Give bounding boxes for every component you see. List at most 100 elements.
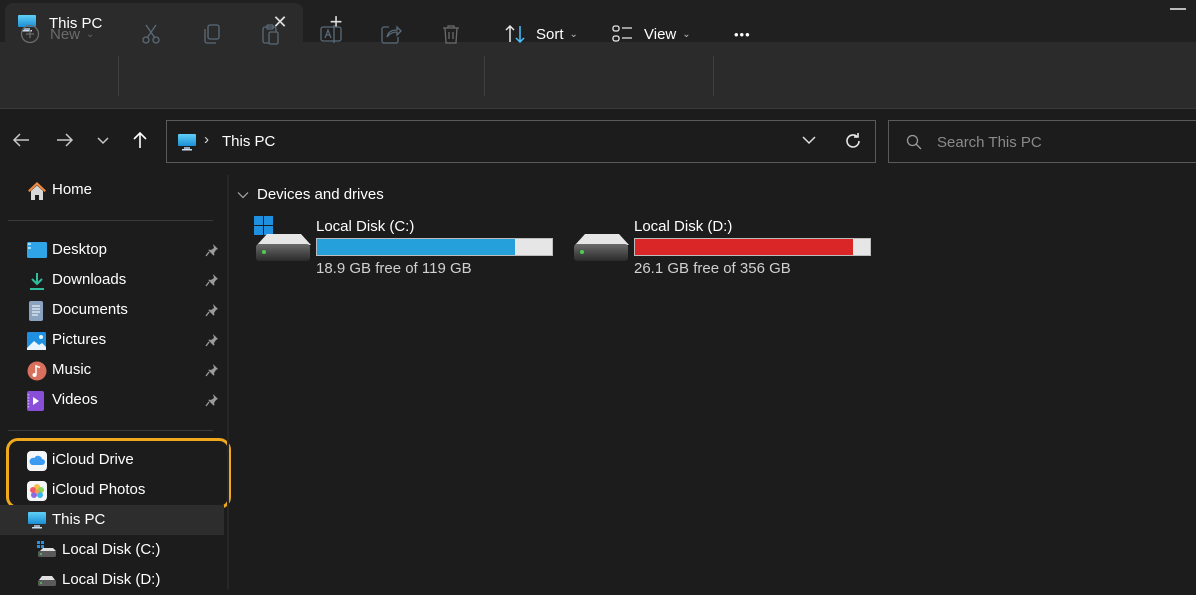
new-button[interactable]: New ⌄ xyxy=(20,20,94,48)
music-folder-icon xyxy=(27,361,47,381)
sidebar-label: Music xyxy=(52,361,92,378)
downloads-folder-icon xyxy=(27,271,46,290)
sidebar-label: This PC xyxy=(52,511,106,528)
drive-usage-bar xyxy=(316,238,553,256)
paste-button[interactable] xyxy=(260,20,282,48)
drive-free-space: 18.9 GB free of 119 GB xyxy=(316,260,472,277)
sidebar-item-music[interactable]: Music xyxy=(0,355,224,385)
sidebar-label: Pictures xyxy=(52,331,107,348)
minimize-button[interactable] xyxy=(1170,8,1186,10)
up-button[interactable] xyxy=(128,130,152,154)
pin-icon[interactable] xyxy=(205,273,219,292)
sidebar-item-desktop[interactable]: Desktop xyxy=(0,235,224,265)
copy-icon xyxy=(200,23,222,45)
pin-icon[interactable] xyxy=(205,393,219,412)
pin-icon[interactable] xyxy=(205,303,219,322)
drive-usage-bar xyxy=(634,238,871,256)
drive-tile[interactable]: Local Disk (D:) 26.1 GB free of 356 GB xyxy=(572,216,872,280)
system-drive-icon xyxy=(37,541,56,560)
sidebar-item-downloads[interactable]: Downloads xyxy=(0,265,224,295)
pin-icon[interactable] xyxy=(205,333,219,352)
chevron-down-icon xyxy=(237,186,249,203)
sidebar-label: Desktop xyxy=(52,241,108,258)
chevron-down-icon: ⌄ xyxy=(569,28,578,40)
new-label: New xyxy=(50,25,81,43)
sidebar-item-videos[interactable]: Videos xyxy=(0,385,224,415)
command-bar xyxy=(0,42,1196,109)
title-bar: This PC ✕ + xyxy=(0,0,1196,43)
arrow-left-icon xyxy=(11,132,31,153)
arrow-right-icon xyxy=(55,132,75,153)
sidebar-item-local-disk-c[interactable]: Local Disk (C:) xyxy=(0,535,224,565)
search-box[interactable] xyxy=(888,120,1196,163)
search-input[interactable] xyxy=(937,130,1187,154)
cut-button[interactable] xyxy=(140,20,162,48)
search-icon xyxy=(906,134,922,155)
forward-button[interactable] xyxy=(53,130,77,154)
desktop-folder-icon xyxy=(27,241,47,260)
sidebar-item-pictures[interactable]: Pictures xyxy=(0,325,224,355)
this-pc-icon xyxy=(177,133,197,156)
sidebar-item-this-pc[interactable]: This PC xyxy=(0,505,224,535)
toolbar-divider xyxy=(118,56,119,96)
sidebar-label: Home xyxy=(52,181,93,198)
home-icon xyxy=(27,181,46,200)
drive-usage-fill xyxy=(635,239,853,255)
recent-locations-button[interactable] xyxy=(91,130,115,154)
documents-folder-icon xyxy=(27,301,46,321)
more-options-button[interactable]: ••• xyxy=(734,20,751,48)
arrow-up-icon xyxy=(132,130,148,155)
sidebar-item-documents[interactable]: Documents xyxy=(0,295,224,325)
this-pc-icon xyxy=(27,511,46,530)
chevron-down-icon: ⌄ xyxy=(682,28,691,40)
view-icon xyxy=(612,23,634,45)
sort-label: Sort xyxy=(536,25,564,43)
drive-name: Local Disk (C:) xyxy=(316,218,415,235)
refresh-icon[interactable] xyxy=(843,131,863,156)
sidebar-label: Videos xyxy=(52,391,98,408)
breadcrumb-separator-icon[interactable]: › xyxy=(204,131,209,148)
share-button[interactable] xyxy=(380,20,402,48)
view-label: View xyxy=(644,25,677,43)
sidebar-label: Local Disk (C:) xyxy=(62,541,161,558)
address-bar[interactable]: › This PC xyxy=(166,120,876,163)
view-button[interactable]: View ⌄ xyxy=(612,20,691,48)
trash-icon xyxy=(440,23,462,45)
toolbar-divider xyxy=(713,56,714,96)
address-history-dropdown[interactable] xyxy=(801,132,817,153)
breadcrumb-this-pc[interactable]: This PC xyxy=(222,133,275,150)
sidebar-divider xyxy=(8,220,213,221)
pin-icon[interactable] xyxy=(205,363,219,382)
sidebar-divider xyxy=(8,430,213,431)
sort-icon xyxy=(504,23,526,45)
sidebar-label: Local Disk (D:) xyxy=(62,571,161,588)
back-button[interactable] xyxy=(9,130,33,154)
scissors-icon xyxy=(140,23,162,45)
more-icon: ••• xyxy=(734,26,751,42)
drive-icon xyxy=(572,216,630,266)
share-icon xyxy=(380,23,402,45)
system-drive-icon xyxy=(254,216,312,266)
icloud-highlight-annotation xyxy=(6,438,231,509)
sidebar-label: Downloads xyxy=(52,271,127,288)
sort-button[interactable]: Sort ⌄ xyxy=(504,20,578,48)
group-header-devices-and-drives[interactable]: Devices and drives xyxy=(237,186,384,203)
videos-folder-icon xyxy=(27,391,46,411)
group-title: Devices and drives xyxy=(257,186,384,203)
copy-button[interactable] xyxy=(200,20,222,48)
pane-splitter[interactable] xyxy=(227,175,229,590)
drive-usage-fill xyxy=(317,239,515,255)
drive-free-space: 26.1 GB free of 356 GB xyxy=(634,260,791,277)
pictures-folder-icon xyxy=(27,331,46,350)
sidebar-label: Documents xyxy=(52,301,128,318)
sidebar-item-local-disk-d[interactable]: Local Disk (D:) xyxy=(0,565,224,595)
toolbar-divider xyxy=(484,56,485,96)
drive-tile[interactable]: Local Disk (C:) 18.9 GB free of 119 GB xyxy=(254,216,554,280)
sidebar-item-home[interactable]: Home xyxy=(0,175,224,205)
delete-button[interactable] xyxy=(440,20,462,48)
pin-icon[interactable] xyxy=(205,243,219,262)
chevron-down-icon: ⌄ xyxy=(86,28,95,40)
rename-button[interactable] xyxy=(320,20,342,48)
rename-icon xyxy=(320,23,342,45)
drive-name: Local Disk (D:) xyxy=(634,218,733,235)
